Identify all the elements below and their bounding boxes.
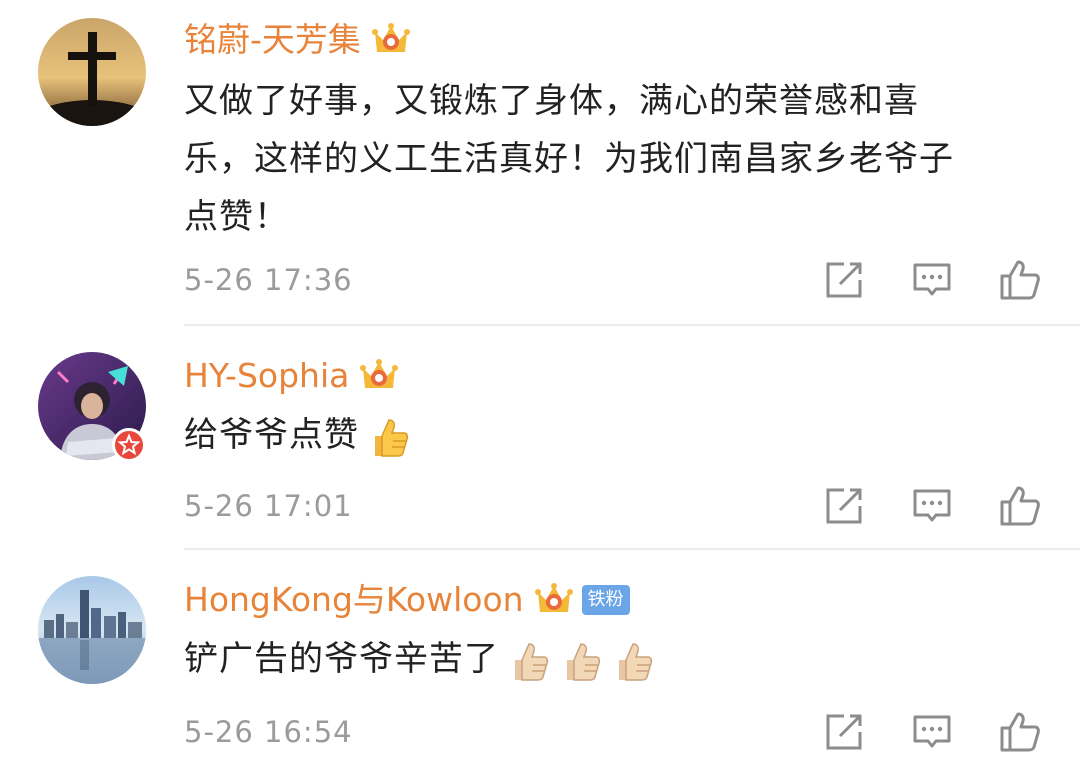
cross-sunset-avatar-icon [38, 18, 146, 126]
comment-text-line: 又做了好事，又锻炼了身体，满心的荣誉感和喜 [184, 81, 919, 121]
user-avatar[interactable] [38, 576, 146, 684]
comment-item: HY-Sophia 给爷爷点赞 5-26 17:01 [0, 326, 1080, 550]
username[interactable]: HongKong与Kowloon [184, 578, 524, 622]
timestamp: 5-26 16:54 [184, 715, 353, 749]
comment-text-line: 乐，这样的义工生活真好！为我们南昌家乡老爷子 [184, 139, 954, 179]
reply-button[interactable] [910, 258, 954, 302]
comment-header: HongKong与Kowloon 铁粉 [184, 578, 630, 622]
username[interactable]: 铭蔚-天芳集 [184, 18, 361, 62]
comment-text-line: 点赞！ [184, 197, 289, 237]
comment-text-content: 给爷爷点赞 [184, 415, 359, 455]
thumbs-up-emoji [609, 638, 655, 684]
comment-icon [913, 715, 951, 748]
thumbs-up-emoji [365, 414, 411, 460]
comment-text: 又做了好事，又锻炼了身体，满心的荣誉感和喜 乐，这样的义工生活真好！为我们南昌家… [184, 72, 1054, 246]
comment-header: HY-Sophia [184, 354, 399, 398]
comment-text: 铲广告的爷爷辛苦了 [184, 630, 1054, 688]
comment-header: 铭蔚-天芳集 [184, 18, 411, 62]
fan-badge: 铁粉 [581, 585, 630, 615]
like-button[interactable] [998, 710, 1042, 754]
crown-badge-icon [371, 23, 410, 52]
comment-item: 铭蔚-天芳集 又做了好事，又锻炼了身体，满心的荣誉感和喜 乐，这样的义工生活真好… [0, 0, 1080, 326]
comment-text-line: 铲广告的爷爷辛苦了 [184, 630, 1054, 688]
timestamp: 5-26 17:36 [184, 263, 353, 297]
like-icon [1000, 260, 1040, 300]
like-icon [1000, 486, 1040, 526]
repost-button[interactable] [822, 484, 866, 528]
comment-icon [913, 263, 951, 296]
comment-actions [820, 710, 1050, 754]
comment-item: HongKong与Kowloon 铁粉 铲广告的爷爷辛苦了 5-26 16:54 [0, 550, 1080, 779]
repost-icon [826, 262, 862, 298]
comment-icon [913, 489, 951, 522]
like-icon [1000, 712, 1040, 752]
city-skyline-avatar-icon [38, 576, 146, 684]
timestamp: 5-26 17:01 [184, 489, 353, 523]
comment-actions [820, 484, 1050, 528]
repost-icon [826, 488, 862, 524]
comment-text: 给爷爷点赞 [184, 406, 1054, 464]
repost-button[interactable] [822, 258, 866, 302]
verified-badge [112, 428, 146, 462]
like-button[interactable] [998, 484, 1042, 528]
repost-button[interactable] [822, 710, 866, 754]
thumbs-up-emoji [557, 638, 603, 684]
comment-text-line: 给爷爷点赞 [184, 406, 1054, 464]
comment-actions [820, 258, 1050, 302]
username[interactable]: HY-Sophia [184, 354, 349, 398]
reply-button[interactable] [910, 710, 954, 754]
crown-badge-icon [360, 359, 399, 388]
like-button[interactable] [998, 258, 1042, 302]
comment-text-content: 铲广告的爷爷辛苦了 [184, 639, 499, 679]
star-badge-icon [117, 433, 141, 456]
user-avatar[interactable] [38, 18, 146, 126]
crown-badge-icon [534, 583, 573, 612]
thumbs-up-emoji [505, 638, 551, 684]
reply-button[interactable] [910, 484, 954, 528]
repost-icon [826, 714, 862, 750]
